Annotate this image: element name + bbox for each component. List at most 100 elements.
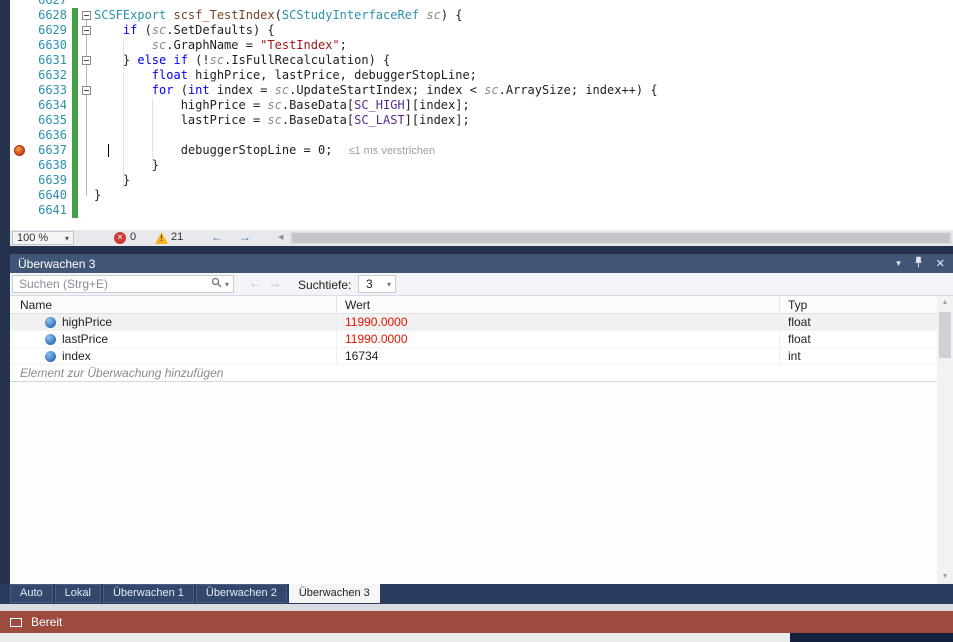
breakpoint-margin[interactable]: [10, 68, 28, 83]
taskbar-fragment: [790, 633, 953, 642]
fold-margin[interactable]: [78, 38, 94, 53]
search-back-icon[interactable]: ←: [249, 276, 261, 290]
code-token: debuggerStopLine =: [94, 143, 318, 157]
code-token: "TestIndex": [260, 38, 339, 52]
close-icon[interactable]: ✕: [936, 257, 945, 270]
navigate-back-icon[interactable]: ←: [211, 230, 223, 244]
fold-margin[interactable]: [78, 128, 94, 143]
search-options-chevron-icon[interactable]: ▾: [225, 280, 229, 289]
fold-margin[interactable]: [78, 98, 94, 113]
zoom-select[interactable]: 100 % ▾: [12, 231, 74, 245]
fold-margin[interactable]: [78, 23, 94, 38]
fold-margin[interactable]: [78, 173, 94, 188]
warning-count[interactable]: 21: [171, 231, 183, 243]
breakpoint-margin[interactable]: [10, 158, 28, 173]
fold-margin[interactable]: [78, 83, 94, 98]
code-token: ;: [325, 143, 332, 157]
search-icon[interactable]: [211, 275, 222, 293]
code-token: [94, 68, 152, 82]
watch-window-titlebar[interactable]: Überwachen 3 ▾ ✕: [10, 254, 953, 273]
search-forward-icon[interactable]: →: [269, 276, 281, 290]
watch-value-cell[interactable]: 11990.0000: [337, 331, 780, 347]
panel-tab-lokal[interactable]: Lokal: [55, 584, 101, 603]
panel-splitter[interactable]: [10, 246, 953, 254]
code-lines: 66276628SCSFExport scsf_TestIndex(SCStud…: [10, 0, 953, 218]
navigate-forward-icon[interactable]: →: [239, 230, 251, 244]
fold-margin[interactable]: [78, 188, 94, 203]
code-line: 6632 float highPrice, lastPrice, debugge…: [10, 68, 953, 83]
code-token: SCSFExport: [94, 8, 166, 22]
fold-margin[interactable]: [78, 68, 94, 83]
line-number: 6634: [28, 98, 72, 113]
column-header-type[interactable]: Typ: [780, 296, 937, 313]
breakpoint-margin[interactable]: [10, 23, 28, 38]
breakpoint-margin[interactable]: [10, 0, 28, 8]
panel-tab-uberwachen-1[interactable]: Überwachen 1: [103, 584, 194, 603]
collapse-region-icon[interactable]: [82, 26, 91, 35]
warning-icon[interactable]: [155, 232, 168, 244]
breakpoint-margin[interactable]: [10, 113, 28, 128]
breakpoint-margin[interactable]: [10, 143, 28, 158]
variable-icon: [45, 334, 56, 345]
vertical-scrollbar[interactable]: ▲ ▼: [937, 296, 953, 584]
breakpoint-margin[interactable]: [10, 188, 28, 203]
code-token: .BaseData[: [282, 113, 354, 127]
horizontal-scrollbar[interactable]: [290, 232, 952, 244]
search-depth-select[interactable]: 3 ▾: [358, 275, 396, 293]
panel-tab-uberwachen-2[interactable]: Überwachen 2: [196, 584, 287, 603]
watch-type-cell: int: [780, 348, 937, 364]
breakpoint-margin[interactable]: [10, 8, 28, 23]
breakpoint-margin[interactable]: [10, 203, 28, 218]
fold-margin[interactable]: [78, 113, 94, 128]
watch-name-cell[interactable]: index: [10, 348, 337, 364]
code-token: .GraphName =: [166, 38, 260, 52]
pin-icon[interactable]: [914, 256, 923, 271]
breakpoint-icon[interactable]: [14, 145, 25, 156]
watch-row[interactable]: lastPrice11990.0000float: [10, 331, 953, 348]
watch-add-row[interactable]: Element zur Überwachung hinzufügen: [10, 365, 937, 382]
watch-name-cell[interactable]: highPrice: [10, 314, 337, 330]
code-editor[interactable]: 66276628SCSFExport scsf_TestIndex(SCStud…: [10, 0, 953, 230]
hscroll-left-arrow-icon[interactable]: ◀: [278, 233, 283, 241]
fold-margin[interactable]: [78, 53, 94, 68]
line-number: 6635: [28, 113, 72, 128]
code-token: ;: [340, 38, 347, 52]
zoom-value: 100 %: [17, 232, 48, 244]
error-count[interactable]: 0: [130, 231, 136, 243]
fold-margin[interactable]: [78, 143, 94, 158]
breakpoint-margin[interactable]: [10, 173, 28, 188]
error-icon[interactable]: ✕: [114, 232, 126, 244]
code-token: .ArraySize; index++) {: [499, 83, 658, 97]
code-token: lastPrice =: [94, 113, 267, 127]
breakpoint-margin[interactable]: [10, 128, 28, 143]
collapse-region-icon[interactable]: [82, 11, 91, 20]
window-menu-chevron-icon[interactable]: ▾: [896, 258, 901, 269]
column-header-name[interactable]: Name: [10, 296, 337, 313]
watch-value-cell[interactable]: 11990.0000: [337, 314, 780, 330]
breakpoint-margin[interactable]: [10, 83, 28, 98]
code-token: .IsFullRecalculation) {: [224, 53, 390, 67]
scroll-up-arrow-icon[interactable]: ▲: [937, 296, 953, 310]
watch-name-cell[interactable]: lastPrice: [10, 331, 337, 347]
fold-margin[interactable]: [78, 203, 94, 218]
fold-margin[interactable]: [78, 8, 94, 23]
breakpoint-margin[interactable]: [10, 98, 28, 113]
vertical-scrollbar-thumb[interactable]: [939, 312, 951, 358]
fold-margin[interactable]: [78, 0, 94, 8]
search-input[interactable]: [19, 277, 211, 291]
panel-tab-auto[interactable]: Auto: [10, 584, 53, 603]
collapse-region-icon[interactable]: [82, 56, 91, 65]
search-box[interactable]: ▾: [12, 275, 234, 293]
watch-row[interactable]: index16734int: [10, 348, 953, 365]
scroll-down-arrow-icon[interactable]: ▼: [937, 570, 953, 584]
fold-margin[interactable]: [78, 158, 94, 173]
column-header-value[interactable]: Wert: [337, 296, 780, 313]
panel-tab-uberwachen-3[interactable]: Überwachen 3: [289, 584, 380, 603]
horizontal-scrollbar-thumb[interactable]: [292, 233, 950, 243]
watch-value-cell[interactable]: 16734: [337, 348, 780, 364]
code-line: 6640}: [10, 188, 953, 203]
breakpoint-margin[interactable]: [10, 38, 28, 53]
watch-row[interactable]: highPrice11990.0000float: [10, 314, 953, 331]
collapse-region-icon[interactable]: [82, 86, 91, 95]
breakpoint-margin[interactable]: [10, 53, 28, 68]
